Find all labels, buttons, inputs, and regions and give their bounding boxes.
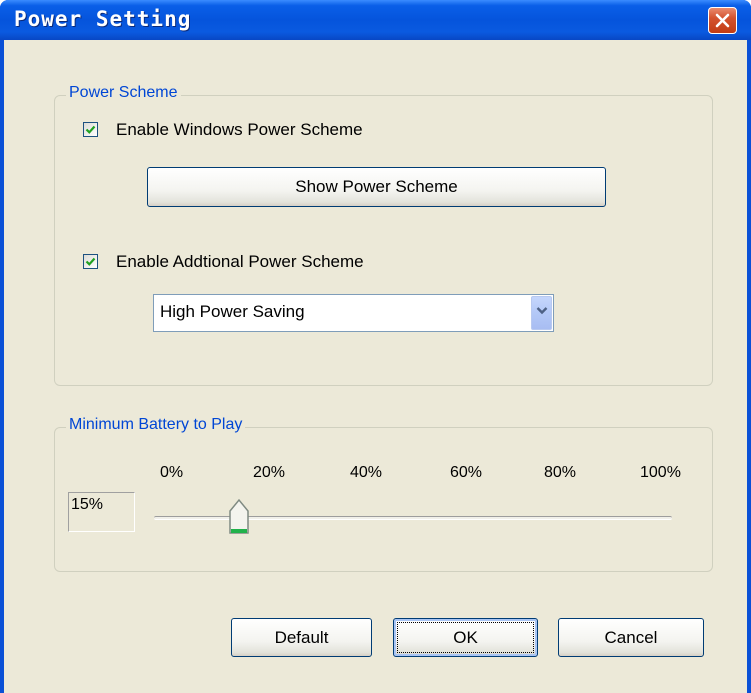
tick-label-60: 60% (450, 464, 483, 481)
show-power-scheme-button[interactable]: Show Power Scheme (147, 167, 606, 207)
window-title: Power Setting (14, 7, 192, 31)
dialog-body: Power Scheme Enable Windows Power Scheme… (4, 40, 747, 693)
default-button-label: Default (274, 627, 329, 647)
show-power-scheme-button-label: Show Power Scheme (295, 177, 458, 196)
minimum-battery-group-title: Minimum Battery to Play (66, 416, 246, 434)
tick-label-40: 40% (350, 464, 383, 481)
focus-rectangle (397, 622, 534, 653)
power-scheme-group-title: Power Scheme (66, 84, 181, 102)
chevron-down-icon (536, 307, 548, 315)
power-scheme-dropdown[interactable]: High Power Saving (153, 294, 554, 332)
dropdown-arrow-button[interactable] (531, 296, 552, 330)
check-icon (85, 257, 96, 266)
default-button[interactable]: Default (231, 618, 372, 657)
enable-additional-power-scheme-label[interactable]: Enable Addtional Power Scheme (116, 252, 364, 272)
minimum-battery-group (54, 427, 713, 572)
power-scheme-dropdown-value: High Power Saving (160, 302, 305, 321)
enable-windows-power-scheme-checkbox[interactable] (83, 122, 98, 137)
check-icon (85, 125, 96, 134)
tick-label-80: 80% (544, 464, 577, 481)
enable-windows-power-scheme-label[interactable]: Enable Windows Power Scheme (116, 120, 363, 140)
power-setting-window: Power Setting Power Scheme Enable Window… (0, 0, 751, 693)
close-button[interactable] (708, 7, 737, 34)
close-icon (715, 13, 730, 28)
title-bar[interactable]: Power Setting (0, 0, 751, 40)
cancel-button[interactable]: Cancel (558, 618, 704, 657)
cancel-button-label: Cancel (604, 627, 658, 647)
enable-additional-power-scheme-checkbox[interactable] (83, 254, 98, 269)
battery-value-text: 15% (71, 496, 104, 513)
tick-label-0: 0% (160, 464, 184, 481)
slider-thumb[interactable] (228, 498, 250, 536)
tick-label-20: 20% (253, 464, 286, 481)
tick-label-100: 100% (640, 464, 681, 481)
battery-value-display: 15% (68, 492, 135, 532)
ok-button[interactable]: OK (393, 618, 538, 657)
